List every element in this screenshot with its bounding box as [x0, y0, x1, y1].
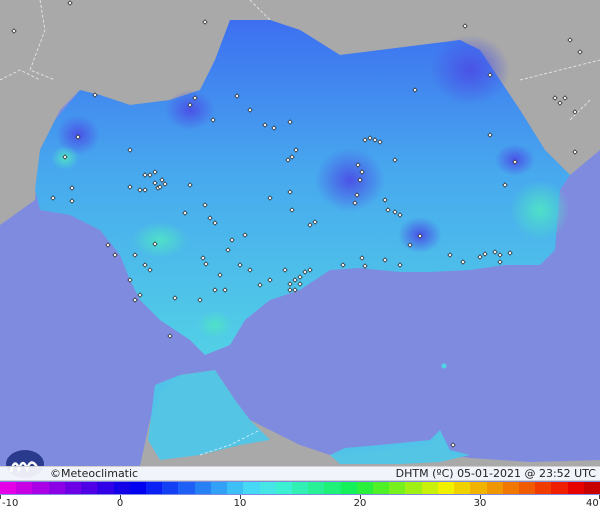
colorbar-tick-label: 20: [353, 498, 367, 509]
warm-spot-coast: [510, 180, 570, 240]
colorbar-segment: [64, 482, 82, 494]
temperature-map: [0, 0, 600, 466]
colorbar-segment: [210, 482, 228, 494]
colorbar-segment: [162, 482, 179, 494]
colorbar-segment: [437, 482, 455, 494]
alboran-island: [441, 363, 447, 369]
temperature-colorbar: [0, 482, 600, 494]
colorbar-segment: [113, 482, 130, 494]
cold-spot-northeast: [430, 35, 510, 105]
colorbar-tick-label: 0: [116, 498, 124, 509]
colorbar-segment: [259, 482, 276, 494]
warm-spot-cadiz: [197, 311, 233, 339]
cold-spot-sierra: [165, 90, 215, 130]
colorbar-segment: [97, 482, 114, 494]
colorbar-segment: [48, 482, 65, 494]
colorbar-segment: [373, 482, 390, 494]
colorbar-ticks: -10 0 10 20 30 40: [0, 495, 600, 517]
colorbar-tick-label: -10: [2, 498, 19, 509]
warm-spot-seville: [132, 222, 188, 258]
colorbar-segment: [0, 482, 17, 494]
colorbar-segment: [470, 482, 487, 494]
colorbar-segment: [519, 482, 536, 494]
colorbar-segment: [81, 482, 98, 494]
colorbar-segment: [551, 482, 568, 494]
colorbar-segment: [324, 482, 341, 494]
colorbar-segment: [486, 482, 503, 494]
colorbar-segment: [227, 482, 244, 494]
colorbar-segment: [308, 482, 325, 494]
colorbar-tick: [0, 495, 1, 499]
colorbar-segment: [16, 482, 33, 494]
colorbar-segment: [502, 482, 519, 494]
colorbar-segment: [129, 482, 146, 494]
colorbar-segment: [454, 482, 471, 494]
cold-spot-jaen: [315, 148, 385, 212]
colorbar-segment: [340, 482, 357, 494]
credit-bar: ©Meteoclimatic DHTM (ºC) 05-01-2021 @ 23…: [0, 466, 600, 481]
timestamp-text: DHTM (ºC) 05-01-2021 @ 23:52 UTC: [395, 467, 596, 480]
colorbar-segment: [32, 482, 49, 494]
colorbar-segment: [178, 482, 195, 494]
colorbar-segment: [243, 482, 260, 494]
colorbar-segment: [194, 482, 211, 494]
colorbar-tick-label: 40: [586, 498, 599, 509]
colorbar-segment: [535, 482, 552, 494]
copyright-text: ©Meteoclimatic: [50, 467, 139, 480]
colorbar-segment: [356, 482, 374, 494]
colorbar-segment: [275, 482, 292, 494]
colorbar-segment: [405, 482, 422, 494]
colorbar-segment: [583, 482, 600, 494]
colorbar-tick-label: 10: [233, 498, 247, 509]
colorbar-segment: [389, 482, 406, 494]
colorbar-segment: [421, 482, 438, 494]
colorbar-segment: [145, 482, 163, 494]
colorbar-segment: [291, 482, 309, 494]
colorbar-segment: [567, 482, 584, 494]
colorbar-tick-label: 30: [473, 498, 487, 509]
